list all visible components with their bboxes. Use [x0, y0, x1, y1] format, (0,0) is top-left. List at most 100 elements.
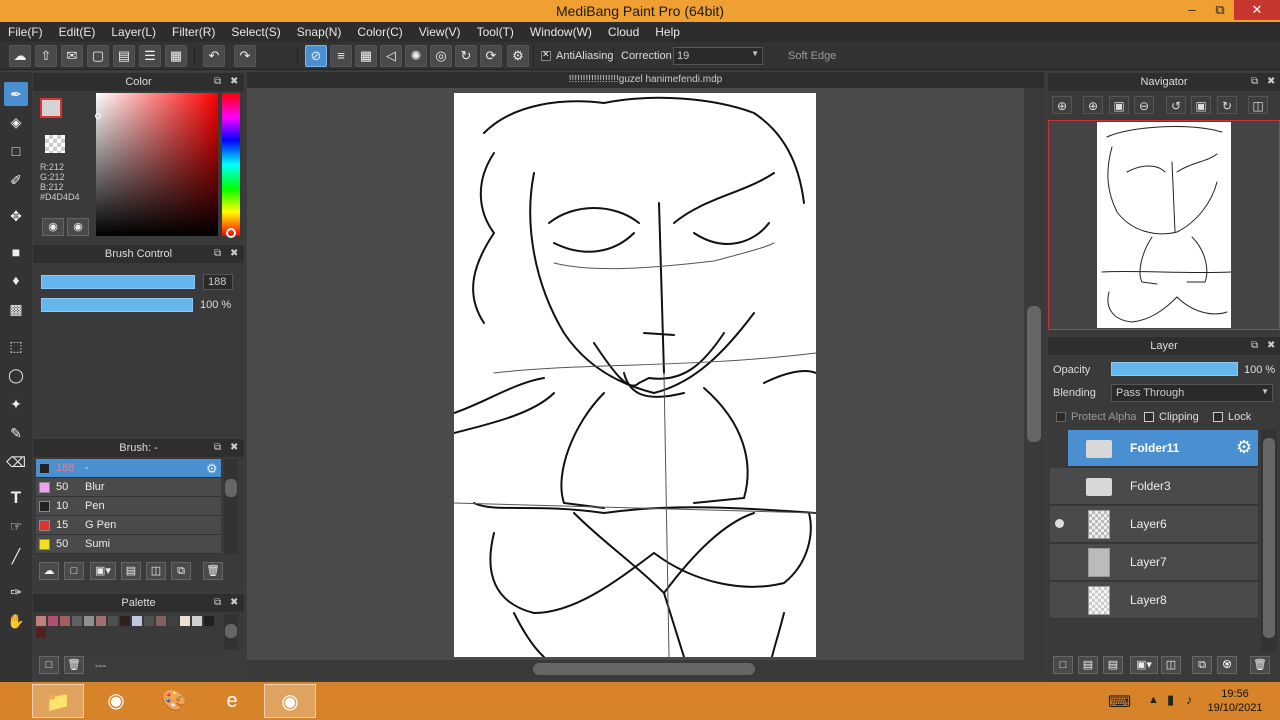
tray-chevron-up-icon[interactable]: ▲: [1148, 694, 1159, 706]
brush-item[interactable]: 50 Blur: [36, 478, 221, 497]
color-wheel-icon[interactable]: ◉: [42, 218, 64, 236]
palette-swatch[interactable]: [192, 616, 202, 626]
brush-list-scrollbar[interactable]: [224, 459, 238, 554]
select-rect-tool-icon[interactable]: ⬚: [4, 334, 28, 358]
bucket-tool-icon[interactable]: ♦: [4, 268, 28, 292]
snap-ellipse-icon[interactable]: ⟳: [480, 45, 502, 67]
palette-swatch[interactable]: [60, 616, 70, 626]
palette-swatch[interactable]: [48, 616, 58, 626]
lock-checkbox[interactable]: [1213, 412, 1223, 422]
snap-off-icon[interactable]: ⊘: [305, 45, 327, 67]
dot-brush-tool-icon[interactable]: ✐: [4, 168, 28, 192]
layer-row-layer7[interactable]: Layer7: [1050, 544, 1258, 581]
new-halftone-layer-icon[interactable]: ▤: [1078, 656, 1098, 674]
panel-close-icon[interactable]: ✖: [1267, 76, 1275, 88]
layer-menu-icon[interactable]: ▣▾: [1130, 656, 1158, 674]
delete-palette-icon[interactable]: 🗑: [64, 656, 84, 674]
menu-color[interactable]: Color(C): [349, 22, 410, 42]
palette-swatch[interactable]: [36, 628, 46, 638]
menu-filter[interactable]: Filter(R): [164, 22, 223, 42]
duplicate-brush-icon[interactable]: ⧉: [171, 562, 191, 580]
close-button[interactable]: ✕: [1234, 0, 1280, 20]
panel-close-icon[interactable]: ✖: [230, 597, 238, 609]
panel-close-icon[interactable]: ✖: [230, 248, 238, 260]
upload-icon[interactable]: ⇧: [35, 45, 57, 67]
snap-radial-icon[interactable]: ✺: [405, 45, 427, 67]
brush-folder-icon[interactable]: ◫: [146, 562, 166, 580]
undock-icon[interactable]: ⧉: [214, 248, 221, 260]
lasso-tool-icon[interactable]: ◯: [4, 363, 28, 387]
palette-swatch[interactable]: [108, 616, 118, 626]
layer-row-folder11[interactable]: Folder11 ⚙: [1068, 430, 1258, 467]
menu-layer[interactable]: Layer(L): [103, 22, 164, 42]
palette-swatch[interactable]: [84, 616, 94, 626]
brush-opacity-slider[interactable]: [41, 298, 193, 312]
brush-size-slider[interactable]: [41, 275, 195, 289]
new-brush-icon[interactable]: □: [64, 562, 84, 580]
menu-view[interactable]: View(V): [411, 22, 469, 42]
menu-help[interactable]: Help: [647, 22, 688, 42]
snap-circle-icon[interactable]: ◎: [430, 45, 452, 67]
panel-close-icon[interactable]: ✖: [1267, 340, 1275, 352]
palette-swatch[interactable]: [180, 616, 190, 626]
hue-cursor[interactable]: [226, 228, 236, 238]
hand-tool-icon[interactable]: ✋: [4, 609, 28, 633]
blending-select[interactable]: Pass Through ▼: [1111, 384, 1273, 402]
fill-shape-tool-icon[interactable]: ■: [4, 240, 28, 264]
new-palette-icon[interactable]: □: [39, 656, 59, 674]
horizontal-scrollbar-thumb[interactable]: [533, 663, 755, 675]
layer-row-folder3[interactable]: Folder3: [1050, 468, 1258, 505]
reset-view-icon[interactable]: ▣: [1191, 96, 1211, 114]
divide-tool-icon[interactable]: ╱: [4, 544, 28, 568]
correction-select[interactable]: 19 ▼: [673, 47, 763, 65]
eyedropper-tool-icon[interactable]: ✑: [4, 580, 28, 604]
layer-opacity-slider[interactable]: [1111, 362, 1238, 376]
brush-properties-icon[interactable]: ▤: [121, 562, 141, 580]
brush-item[interactable]: 15 G Pen: [36, 516, 221, 535]
brush-settings-gear-icon[interactable]: ⚙: [206, 459, 218, 478]
visibility-dot-icon[interactable]: [1055, 519, 1064, 528]
undock-icon[interactable]: ⧉: [1251, 76, 1258, 88]
background-color-swatch[interactable]: [45, 135, 65, 153]
palette-scrollbar[interactable]: [224, 614, 238, 650]
scrollbar-thumb[interactable]: [225, 479, 237, 497]
undock-icon[interactable]: ⧉: [214, 442, 221, 454]
color-picker-cursor[interactable]: [95, 113, 101, 119]
zoom-in-plus-icon[interactable]: ⊕: [1083, 96, 1103, 114]
palette-swatch[interactable]: [132, 616, 142, 626]
flip-icon[interactable]: ◫: [1248, 96, 1268, 114]
palette-swatch[interactable]: [96, 616, 106, 626]
scrollbar-thumb[interactable]: [1263, 438, 1275, 638]
scrollbar-thumb[interactable]: [225, 624, 237, 638]
text-tool-icon[interactable]: T: [4, 486, 28, 510]
rectangle-tool-icon[interactable]: □: [4, 139, 28, 163]
menu-tool[interactable]: Tool(T): [469, 22, 522, 42]
fit-window-icon[interactable]: ▣: [1109, 96, 1129, 114]
minimize-button[interactable]: –: [1178, 0, 1206, 20]
snap-curve-icon[interactable]: ↻: [455, 45, 477, 67]
menu-select[interactable]: Select(S): [223, 22, 288, 42]
vertical-scrollbar-thumb[interactable]: [1027, 306, 1041, 442]
panel-close-icon[interactable]: ✖: [230, 442, 238, 454]
file-explorer-icon[interactable]: 📁: [32, 684, 84, 718]
magic-wand-tool-icon[interactable]: ✦: [4, 392, 28, 416]
brush-tool-icon[interactable]: ✒: [4, 82, 28, 106]
chat-icon[interactable]: ✉: [61, 45, 83, 67]
undock-icon[interactable]: ⧉: [1251, 340, 1258, 352]
delete-layer-icon[interactable]: 🗑: [1250, 656, 1270, 674]
brush-item[interactable]: 50 Sumi: [36, 535, 221, 554]
select-eraser-tool-icon[interactable]: ⌫: [4, 450, 28, 474]
new-raster-layer-icon[interactable]: ▤: [1103, 656, 1123, 674]
brush-item[interactable]: 10 Pen: [36, 497, 221, 516]
layer-row-layer6[interactable]: Layer6: [1050, 506, 1258, 543]
foreground-color-swatch[interactable]: [40, 98, 62, 118]
antialias-checkbox[interactable]: ✕: [541, 49, 551, 61]
browser-icon[interactable]: ◉: [90, 684, 142, 718]
panel-close-icon[interactable]: ✖: [230, 76, 238, 88]
brush-menu-icon[interactable]: ▣▾: [90, 562, 116, 580]
drawing-canvas[interactable]: [454, 93, 816, 657]
saturation-value-picker[interactable]: [96, 93, 218, 236]
color-history-icon[interactable]: ◉: [67, 218, 89, 236]
maximize-button[interactable]: ⧉: [1206, 0, 1234, 20]
palette-swatch[interactable]: [144, 616, 154, 626]
